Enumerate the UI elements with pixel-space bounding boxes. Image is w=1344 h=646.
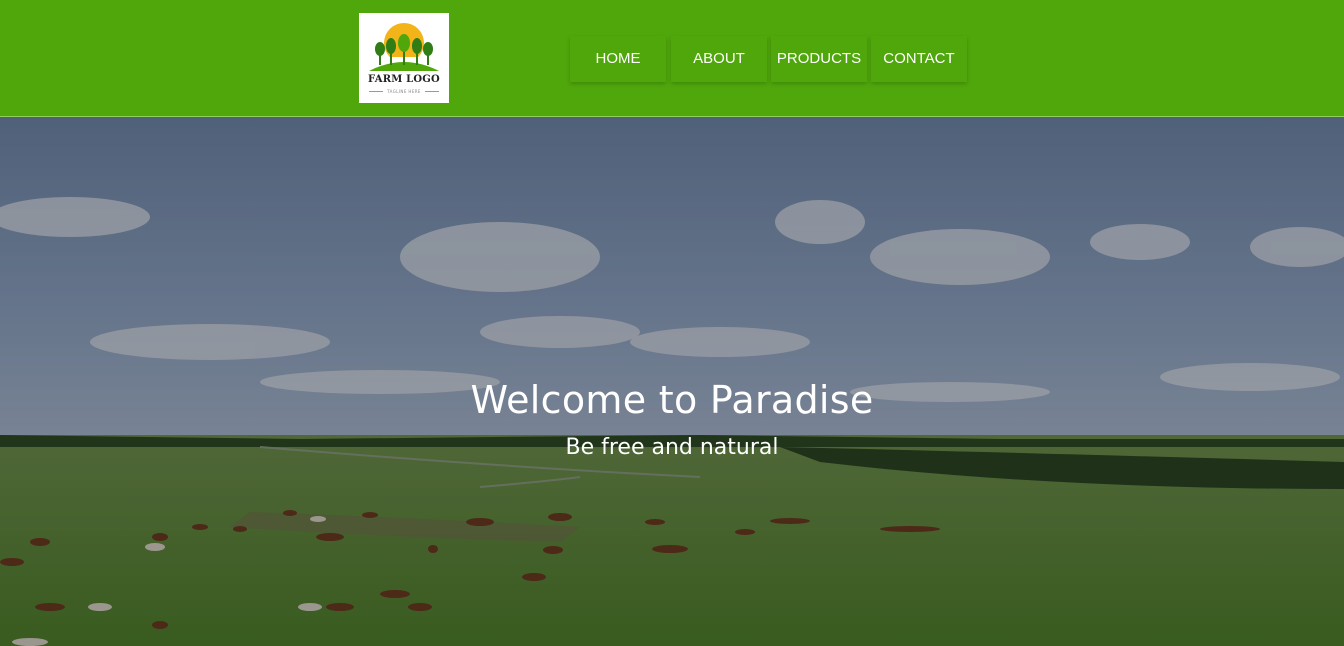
nav-about[interactable]: ABOUT [671, 36, 767, 82]
nav-contact[interactable]: CONTACT [871, 36, 967, 82]
nav-products[interactable]: PRODUCTS [771, 36, 867, 82]
hero-banner: Welcome to Paradise Be free and natural [0, 117, 1344, 646]
logo-divider-right [425, 91, 439, 92]
site-header: FARM LOGO TAGLINE HERE HOME ABOUT PRODUC… [0, 0, 1344, 117]
logo-title: FARM LOGO [368, 74, 440, 85]
hero-subtitle: Be free and natural [565, 435, 779, 460]
nav-home[interactable]: HOME [570, 36, 666, 82]
hero-title: Welcome to Paradise [470, 378, 874, 422]
farm-logo[interactable]: FARM LOGO TAGLINE HERE [359, 13, 449, 103]
